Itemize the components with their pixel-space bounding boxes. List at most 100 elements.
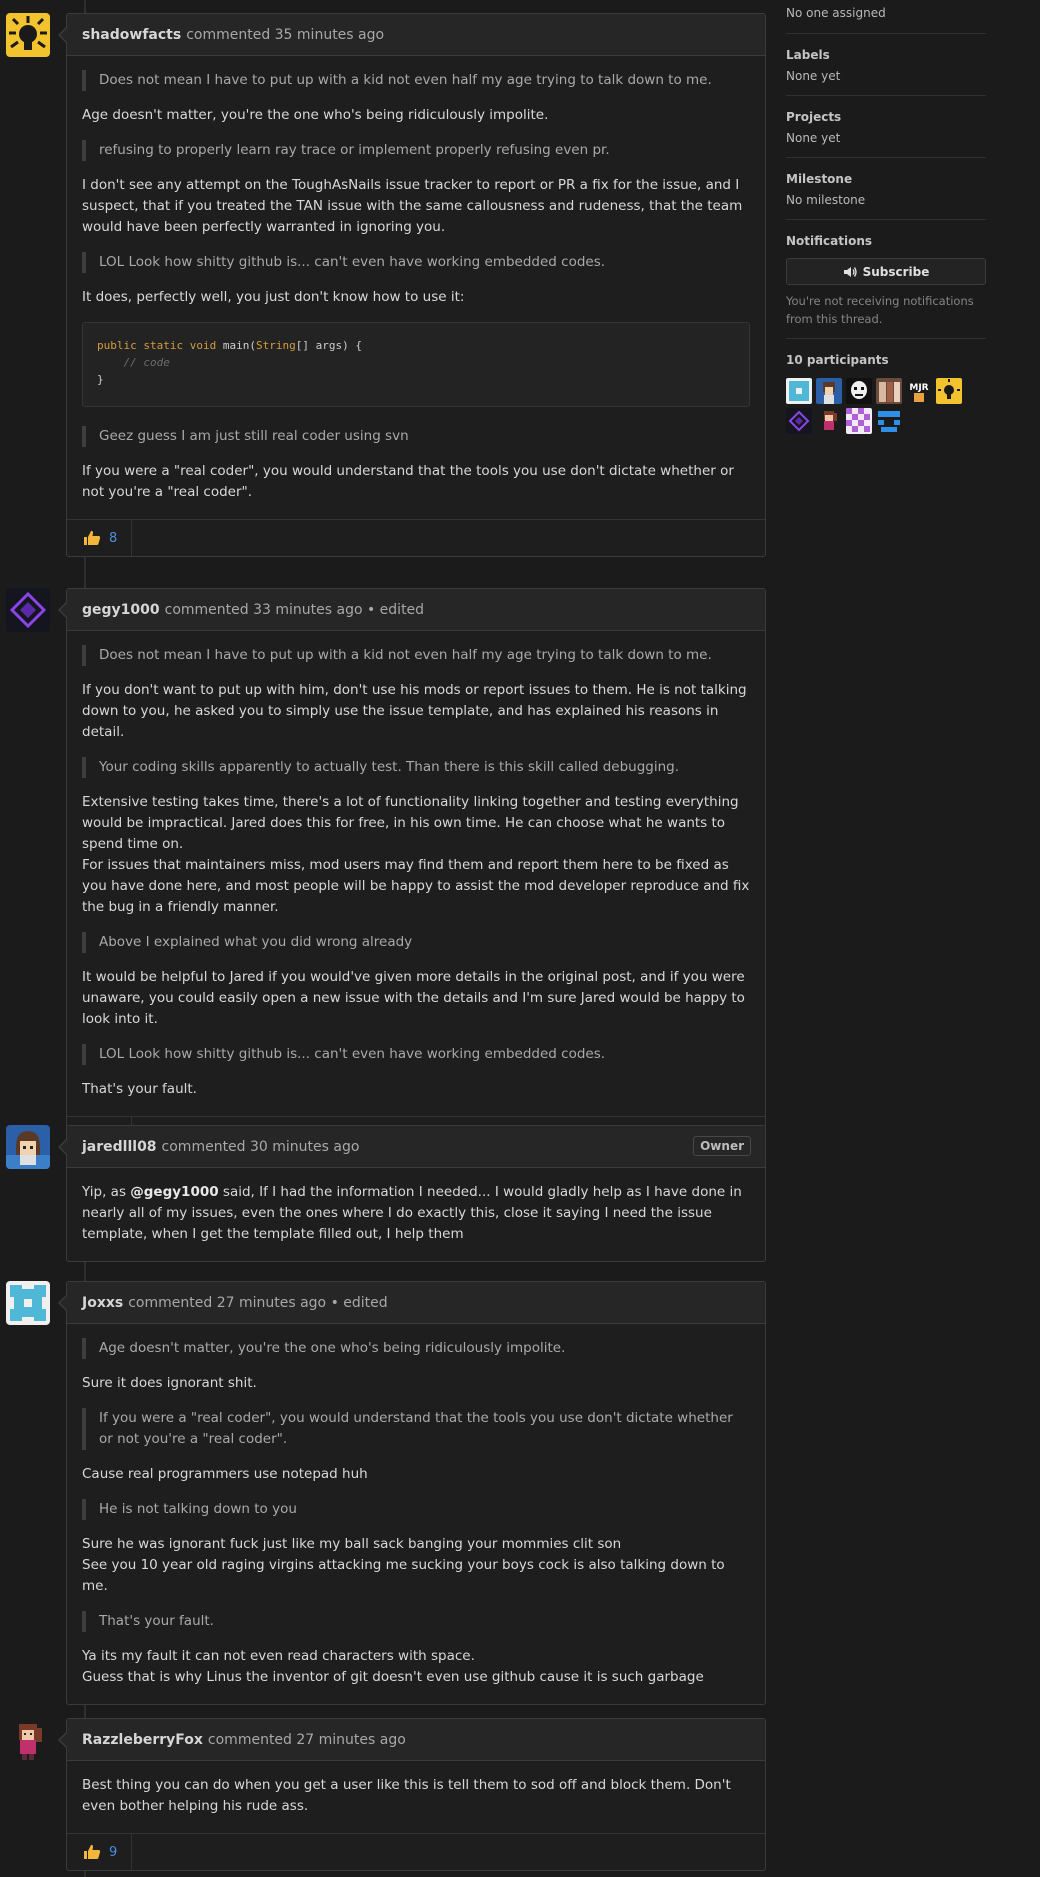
- quote-block: Does not mean I have to put up with a ki…: [82, 645, 750, 666]
- comment-header: gegy1000 commented 33 minutes ago • edit…: [67, 589, 765, 631]
- labels-section: Labels None yet: [786, 34, 986, 96]
- thumbs-up-reaction-button[interactable]: 9: [67, 1834, 133, 1870]
- notifications-section: Notifications Subscribe You're not recei…: [786, 220, 986, 339]
- assignees-section: No one assigned: [786, 0, 986, 34]
- comment-text: Extensive testing takes time, there's a …: [82, 794, 750, 915]
- comment-text: If you don't want to put up with him, do…: [82, 682, 747, 740]
- comment-timestamp[interactable]: commented 27 minutes ago • edited: [128, 1295, 387, 1311]
- comment-box: Joxxs commented 27 minutes ago • edited …: [58, 1281, 766, 1705]
- participant-avatar[interactable]: [846, 408, 872, 434]
- thumbs-up-icon: [84, 530, 101, 545]
- subscribe-label: Subscribe: [862, 264, 930, 279]
- comment-author[interactable]: Joxxs: [82, 1295, 123, 1311]
- projects-title[interactable]: Projects: [786, 110, 986, 124]
- comment-box: RazzleberryFox commented 27 minutes ago …: [58, 1718, 766, 1871]
- participants-title: 10 participants: [786, 353, 889, 367]
- comment-box: gegy1000 commented 33 minutes ago • edit…: [58, 588, 766, 1154]
- comment-timestamp[interactable]: commented 33 minutes ago • edited: [165, 602, 424, 618]
- reactions-bar: 8: [67, 519, 765, 556]
- comment-header: RazzleberryFox commented 27 minutes ago: [67, 1719, 765, 1761]
- owner-badge: Owner: [693, 1136, 751, 1156]
- participant-avatar[interactable]: [816, 378, 842, 404]
- milestone-section: Milestone No milestone: [786, 158, 986, 220]
- comment-box: shadowfacts commented 35 minutes ago Doe…: [58, 13, 766, 557]
- quote-block: Does not mean I have to put up with a ki…: [82, 70, 750, 91]
- comment-body: Yip, as @gegy1000 said, If I had the inf…: [67, 1168, 765, 1261]
- avatar[interactable]: [6, 588, 50, 632]
- svg-text:MJR: MJR: [909, 383, 928, 393]
- code-block: public static void main(String[] args) {…: [82, 322, 750, 407]
- avatar[interactable]: [6, 1718, 50, 1762]
- comment-text: It does, perfectly well, you just don't …: [82, 289, 465, 305]
- participant-avatar[interactable]: [786, 408, 812, 434]
- avatar[interactable]: [6, 13, 50, 57]
- issue-sidebar: No one assigned Labels None yet Projects…: [786, 0, 986, 434]
- comment-body: Does not mean I have to put up with a ki…: [67, 631, 765, 1116]
- quote-block: Above I explained what you did wrong alr…: [82, 932, 750, 953]
- comment-text: Cause real programmers use notepad huh: [82, 1466, 368, 1482]
- comment-body: Age doesn't matter, you're the one who's…: [67, 1324, 765, 1704]
- quote-block: Your coding skills apparently to actuall…: [82, 757, 750, 778]
- speaker-icon: [843, 266, 857, 277]
- thumbs-up-icon: [84, 1844, 101, 1859]
- comment-header: Joxxs commented 27 minutes ago • edited: [67, 1282, 765, 1324]
- comment-author[interactable]: shadowfacts: [82, 27, 181, 43]
- comment-author[interactable]: gegy1000: [82, 602, 160, 618]
- participant-avatar[interactable]: [876, 408, 902, 434]
- comment-timestamp[interactable]: commented 30 minutes ago: [162, 1139, 360, 1155]
- comment-text: That's your fault.: [82, 1081, 197, 1097]
- quote-block: LOL Look how shitty github is... can't e…: [82, 252, 750, 273]
- comment-body: Best thing you can do when you get a use…: [67, 1761, 765, 1833]
- participant-avatar[interactable]: [816, 408, 842, 434]
- comment-header: jaredlll08 commented 30 minutes ago Owne…: [67, 1126, 765, 1168]
- comment-author[interactable]: jaredlll08: [82, 1139, 157, 1155]
- participant-avatar[interactable]: [846, 378, 872, 404]
- notifications-title: Notifications: [786, 234, 873, 248]
- quote-block: If you were a "real coder", you would un…: [82, 1408, 750, 1450]
- comment-text: Sure he was ignorant fuck just like my b…: [82, 1536, 725, 1594]
- quote-block: refusing to properly learn ray trace or …: [82, 140, 750, 161]
- quote-block: LOL Look how shitty github is... can't e…: [82, 1044, 750, 1065]
- projects-section: Projects None yet: [786, 96, 986, 158]
- quote-block: He is not talking down to you: [82, 1499, 750, 1520]
- user-mention-link[interactable]: @gegy1000: [130, 1184, 218, 1200]
- comment-timestamp[interactable]: commented 35 minutes ago: [186, 27, 384, 43]
- comment-text: If you were a "real coder", you would un…: [82, 463, 734, 500]
- comment-text: It would be helpful to Jared if you woul…: [82, 969, 745, 1027]
- participant-avatar[interactable]: [876, 378, 902, 404]
- comment-text: Age doesn't matter, you're the one who's…: [82, 107, 549, 123]
- comment-box: jaredlll08 commented 30 minutes ago Owne…: [58, 1125, 766, 1262]
- discussion-timeline: shadowfacts commented 35 minutes ago Doe…: [0, 0, 768, 1877]
- reaction-count: 8: [109, 530, 118, 546]
- quote-block: That's your fault.: [82, 1611, 750, 1632]
- notifications-note: You're not receiving notifications from …: [786, 294, 974, 326]
- comment-text: I don't see any attempt on the ToughAsNa…: [82, 177, 743, 235]
- quote-block: Age doesn't matter, you're the one who's…: [82, 1338, 750, 1359]
- projects-value: None yet: [786, 131, 841, 145]
- comment-text: Ya its my fault it can not even read cha…: [82, 1648, 704, 1685]
- participant-avatar[interactable]: [786, 378, 812, 404]
- comment-text: Best thing you can do when you get a use…: [82, 1777, 731, 1814]
- comment-body: Does not mean I have to put up with a ki…: [67, 56, 765, 519]
- avatar[interactable]: [6, 1281, 50, 1325]
- comment-text: Sure it does ignorant shit.: [82, 1375, 257, 1391]
- labels-title[interactable]: Labels: [786, 48, 986, 62]
- participants-avatars: MJR: [786, 378, 986, 434]
- participant-avatar[interactable]: [936, 378, 962, 404]
- labels-value: None yet: [786, 69, 841, 83]
- comment-text: Yip, as @gegy1000 said, If I had the inf…: [82, 1184, 742, 1242]
- comment-timestamp[interactable]: commented 27 minutes ago: [208, 1732, 406, 1748]
- milestone-value: No milestone: [786, 193, 866, 207]
- avatar[interactable]: [6, 1125, 50, 1169]
- participant-avatar[interactable]: MJR: [906, 378, 932, 404]
- thumbs-up-reaction-button[interactable]: 8: [67, 520, 133, 556]
- comment-author[interactable]: RazzleberryFox: [82, 1732, 203, 1748]
- reactions-bar: 9: [67, 1833, 765, 1870]
- participants-section: 10 participants MJR: [786, 339, 986, 434]
- subscribe-button[interactable]: Subscribe: [786, 258, 986, 285]
- assignees-value: No one assigned: [786, 6, 886, 20]
- comment-header: shadowfacts commented 35 minutes ago: [67, 14, 765, 56]
- quote-block: Geez guess I am just still real coder us…: [82, 426, 750, 447]
- reaction-count: 9: [109, 1844, 118, 1860]
- milestone-title[interactable]: Milestone: [786, 172, 986, 186]
